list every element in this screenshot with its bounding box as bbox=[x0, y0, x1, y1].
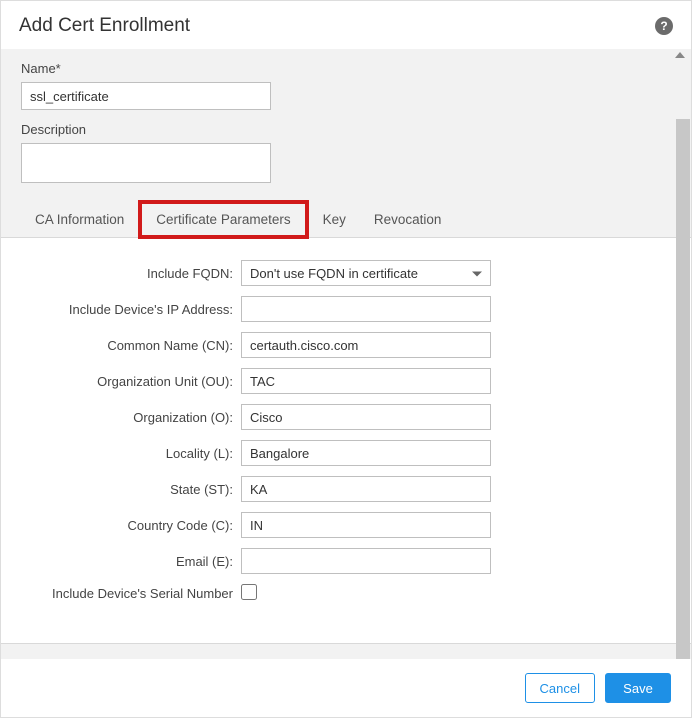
chevron-down-icon bbox=[472, 272, 482, 277]
save-button[interactable]: Save bbox=[605, 673, 671, 703]
o-input[interactable] bbox=[241, 404, 491, 430]
include-ip-label: Include Device's IP Address: bbox=[21, 302, 241, 317]
tab-certificate-parameters[interactable]: Certificate Parameters bbox=[138, 200, 308, 239]
st-label: State (ST): bbox=[21, 482, 241, 497]
include-fqdn-value: Don't use FQDN in certificate bbox=[250, 266, 418, 281]
e-input[interactable] bbox=[241, 548, 491, 574]
cancel-button[interactable]: Cancel bbox=[525, 673, 595, 703]
e-label: Email (E): bbox=[21, 554, 241, 569]
o-label: Organization (O): bbox=[21, 410, 241, 425]
include-fqdn-select[interactable]: Don't use FQDN in certificate bbox=[241, 260, 491, 286]
cn-label: Common Name (CN): bbox=[21, 338, 241, 353]
include-fqdn-label: Include FQDN: bbox=[21, 266, 241, 281]
scroll-up-icon[interactable] bbox=[675, 52, 685, 58]
c-input[interactable] bbox=[241, 512, 491, 538]
top-fields: Name* Description bbox=[1, 49, 691, 190]
row-e: Email (E): bbox=[21, 548, 671, 574]
scrollbar[interactable] bbox=[676, 119, 690, 659]
tab-revocation[interactable]: Revocation bbox=[360, 204, 456, 235]
tabs: CA Information Certificate Parameters Ke… bbox=[1, 190, 691, 235]
dialog-title: Add Cert Enrollment bbox=[19, 15, 190, 37]
row-serial: Include Device's Serial Number bbox=[21, 584, 671, 603]
description-label: Description bbox=[21, 122, 671, 137]
row-include-ip: Include Device's IP Address: bbox=[21, 296, 671, 322]
help-icon[interactable]: ? bbox=[655, 17, 673, 35]
row-o: Organization (O): bbox=[21, 404, 671, 430]
row-l: Locality (L): bbox=[21, 440, 671, 466]
dialog-add-cert-enrollment: Add Cert Enrollment ? Name* Description … bbox=[0, 0, 692, 718]
row-cn: Common Name (CN): bbox=[21, 332, 671, 358]
row-include-fqdn: Include FQDN: Don't use FQDN in certific… bbox=[21, 260, 671, 286]
dialog-footer: Cancel Save bbox=[1, 659, 691, 717]
l-label: Locality (L): bbox=[21, 446, 241, 461]
dialog-body: Name* Description CA Information Certifi… bbox=[1, 49, 691, 659]
ou-input[interactable] bbox=[241, 368, 491, 394]
row-ou: Organization Unit (OU): bbox=[21, 368, 671, 394]
st-input[interactable] bbox=[241, 476, 491, 502]
name-label: Name* bbox=[21, 61, 671, 76]
dialog-header: Add Cert Enrollment ? bbox=[1, 1, 691, 49]
serial-label: Include Device's Serial Number bbox=[21, 586, 241, 601]
form-panel: Include FQDN: Don't use FQDN in certific… bbox=[1, 237, 691, 644]
name-input[interactable] bbox=[21, 82, 271, 110]
row-c: Country Code (C): bbox=[21, 512, 671, 538]
serial-checkbox[interactable] bbox=[241, 584, 257, 600]
tab-ca-information[interactable]: CA Information bbox=[21, 204, 138, 235]
include-ip-input[interactable] bbox=[241, 296, 491, 322]
tab-key[interactable]: Key bbox=[309, 204, 360, 235]
l-input[interactable] bbox=[241, 440, 491, 466]
ou-label: Organization Unit (OU): bbox=[21, 374, 241, 389]
c-label: Country Code (C): bbox=[21, 518, 241, 533]
row-st: State (ST): bbox=[21, 476, 671, 502]
description-input[interactable] bbox=[21, 143, 271, 183]
cn-input[interactable] bbox=[241, 332, 491, 358]
